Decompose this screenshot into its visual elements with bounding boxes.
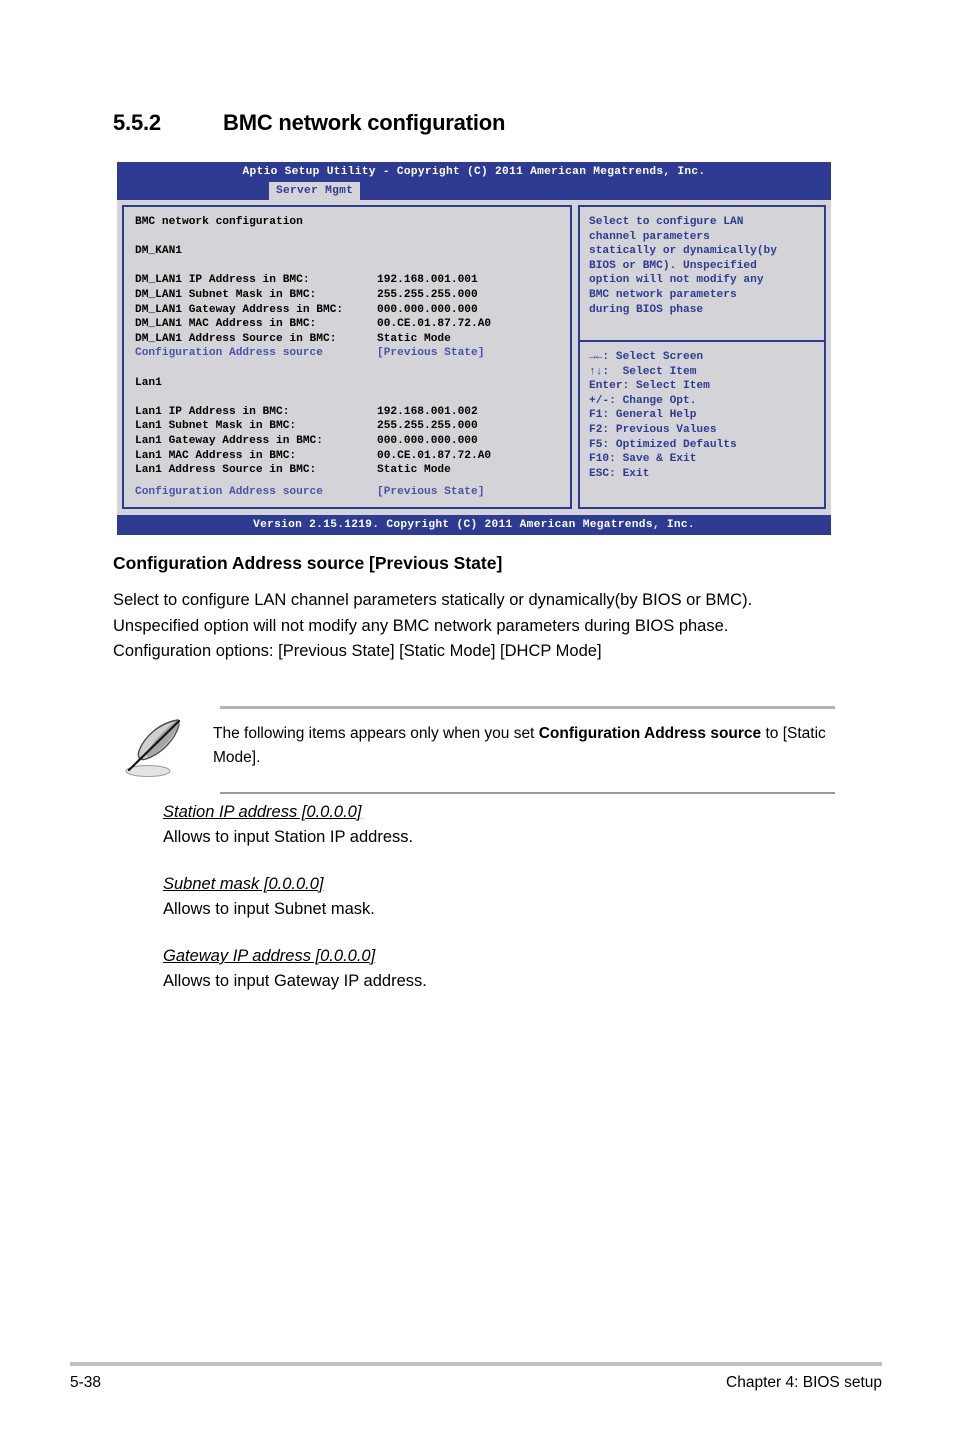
row-value: 00.CE.01.87.72.A0 (377, 318, 492, 331)
note-text-bold: Configuration Address source (538, 725, 762, 742)
help-line: during BIOS phase (589, 303, 704, 316)
help-line: BMC network parameters (589, 288, 737, 301)
table-row: Lan1 Address Source in BMC: Static Mode (135, 463, 570, 478)
quill-pen-icon (113, 717, 213, 784)
key-f1-general-help: F1: General Help (589, 409, 697, 422)
item-title-station-ip-address: Station IP address [0.0.0.0] (163, 803, 362, 821)
table-row: DM_LAN1 Gateway Address in BMC: 000.000.0… (135, 303, 570, 318)
item-desc-gateway-ip-address: Allows to input Gateway IP address. (163, 972, 427, 990)
bios-key-legend: →←: Select Screen ↑↓: Select Item Enter:… (580, 340, 824, 507)
row-label: Lan1 IP Address in BMC: (135, 405, 290, 418)
key-esc-exit: ESC: Exit (589, 467, 650, 480)
key-change-opt: +/-: Change Opt. (589, 394, 697, 407)
row-label: Lan1 Address Source in BMC: (135, 464, 317, 477)
key-f5-optimized-defaults: F5: Optimized Defaults (589, 438, 737, 451)
help-line: Select to configure LAN (589, 216, 744, 228)
section-title: BMC network configuration (223, 110, 506, 135)
item-list: Station IP address [0.0.0.0] Allows to i… (163, 800, 843, 994)
tab-server-mgmt[interactable]: Server Mgmt (269, 182, 361, 200)
row-value: 255.255.255.000 (377, 420, 478, 433)
row-label: DM_LAN1 Address Source in BMC: (135, 332, 337, 345)
row-value: 192.168.001.002 (377, 405, 478, 418)
help-line: channel parameters (589, 230, 710, 243)
chapter-label: Chapter 4: BIOS setup (726, 1374, 882, 1391)
bios-screen-title: BMC network configuration (135, 216, 303, 228)
setting-configuration-address-source-dm-lan1[interactable]: Configuration Address source [Previous St… (135, 346, 570, 361)
item-title-gateway-ip-address: Gateway IP address [0.0.0.0] (163, 947, 376, 965)
bios-body: BMC network configuration DM_KAN1 DM_LAN… (117, 200, 831, 516)
setting-detail-paragraph: Select to configure LAN channel paramete… (113, 591, 753, 635)
bios-settings-pane: BMC network configuration DM_KAN1 DM_LAN… (122, 205, 572, 510)
row-label: DM_LAN1 Gateway Address in BMC: (135, 303, 344, 316)
group-label-lan1: Lan1 (135, 376, 162, 389)
bios-help-pane: Select to configure LAN channel paramete… (578, 205, 826, 510)
setting-detail-heading: Configuration Address source [Previous S… (113, 553, 503, 573)
note-text: The following items appears only when yo… (213, 717, 835, 770)
key-select-item-arrows: ↑↓: Select Item (589, 365, 697, 378)
table-row: DM_LAN1 MAC Address in BMC: 00.CE.01.87.7… (135, 317, 570, 332)
setting-label: Configuration Address source (135, 485, 323, 498)
row-value: 00.CE.01.87.72.A0 (377, 449, 492, 462)
setting-detail-body: Select to configure LAN channel paramete… (113, 588, 835, 665)
table-row: Lan1 MAC Address in BMC: 00.CE.01.87.72.A… (135, 449, 570, 464)
bios-tab-row: Server Mgmt (117, 182, 831, 200)
note-text-before: The following items appears only when yo… (213, 725, 539, 742)
setting-configuration-address-source-lan1[interactable]: Configuration Address source [Previous St… (135, 485, 570, 500)
page-number: 5-38 (70, 1374, 102, 1391)
table-row: Lan1 Subnet Mask in BMC: 255.255.255.000 (135, 419, 570, 434)
note-box: The following items appears only when yo… (113, 706, 835, 794)
key-f2-previous-values: F2: Previous Values (589, 423, 717, 436)
help-line: statically or dynamically(by (589, 245, 777, 258)
setting-value[interactable]: [Previous State] (377, 346, 484, 361)
row-label: DM_LAN1 Subnet Mask in BMC: (135, 288, 317, 301)
setting-label: Configuration Address source (135, 347, 323, 360)
key-f10-save-exit: F10: Save & Exit (589, 453, 697, 466)
row-value: 255.255.255.000 (377, 288, 478, 301)
row-value: 000.000.000.000 (377, 434, 478, 447)
list-item: Gateway IP address [0.0.0.0] Allows to i… (163, 944, 843, 994)
list-item: Station IP address [0.0.0.0] Allows to i… (163, 800, 843, 850)
row-label: Lan1 MAC Address in BMC: (135, 449, 297, 462)
help-line: BIOS or BMC). Unspecified (589, 259, 757, 272)
item-title-subnet-mask: Subnet mask [0.0.0.0] (163, 875, 324, 893)
item-desc-subnet-mask: Allows to input Subnet mask. (163, 900, 375, 918)
group-label-dm-lan1: DM_KAN1 (135, 245, 182, 258)
table-row: Lan1 Gateway Address in BMC: 000.000.000.… (135, 434, 570, 449)
row-value: Static Mode (377, 332, 451, 345)
bios-help-text: Select to configure LAN channel paramete… (580, 207, 824, 340)
help-line: option will not modify any (589, 274, 764, 287)
section-number: 5.5.2 (113, 110, 161, 135)
list-item: Subnet mask [0.0.0.0] Allows to input Su… (163, 872, 843, 922)
key-enter: Enter: Select Item (589, 380, 710, 393)
row-value: Static Mode (377, 464, 451, 477)
key-select-screen: →←: Select Screen (589, 351, 704, 363)
page-title: 5.5.2 BMC network configuration (113, 110, 505, 136)
table-row: DM_LAN1 Address Source in BMC: Static Mod… (135, 332, 570, 347)
note-content: The following items appears only when yo… (113, 709, 835, 792)
row-label: DM_LAN1 MAC Address in BMC: (135, 318, 317, 331)
bios-setup-screen: Aptio Setup Utility - Copyright (C) 2011… (117, 162, 831, 536)
note-bottom-rule (220, 792, 835, 794)
row-value: 000.000.000.000 (377, 303, 478, 316)
row-value: 192.168.001.001 (377, 274, 478, 287)
setting-detail-options: Configuration options: [Previous State] … (113, 642, 602, 660)
row-label: Lan1 Gateway Address in BMC: (135, 434, 323, 447)
row-label: Lan1 Subnet Mask in BMC: (135, 420, 297, 433)
table-row: Lan1 IP Address in BMC: 192.168.001.002 (135, 405, 570, 420)
bios-titlebar: Aptio Setup Utility - Copyright (C) 2011… (117, 162, 831, 182)
setting-value[interactable]: [Previous State] (377, 485, 484, 500)
table-row: DM_LAN1 IP Address in BMC: 192.168.001.00… (135, 273, 570, 288)
table-row: DM_LAN1 Subnet Mask in BMC: 255.255.255.0… (135, 288, 570, 303)
row-label: DM_LAN1 IP Address in BMC: (135, 274, 310, 287)
item-desc-station-ip-address: Allows to input Station IP address. (163, 828, 414, 846)
bios-statusbar: Version 2.15.1219. Copyright (C) 2011 Am… (117, 515, 831, 536)
footer-divider (70, 1362, 882, 1366)
